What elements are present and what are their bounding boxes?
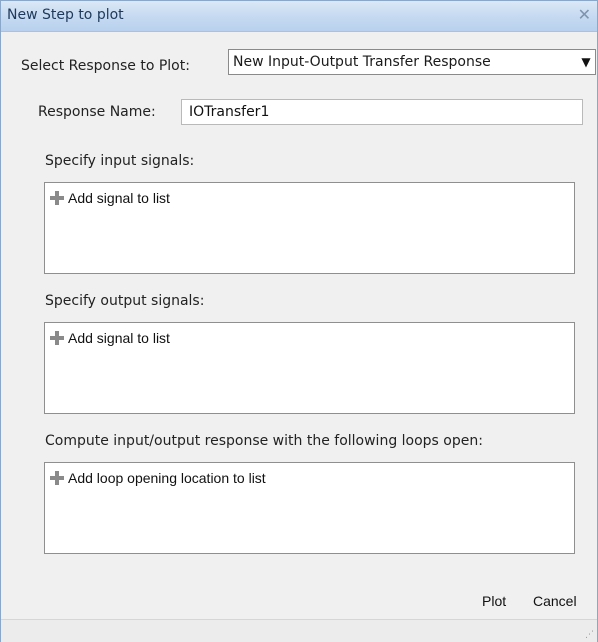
add-loop-opening-label: Add loop opening location to list xyxy=(68,470,266,486)
loops-open-label: Compute input/output response with the f… xyxy=(45,433,483,449)
plus-icon xyxy=(49,470,65,486)
dialog-window: New Step to plot ✕ Select Response to Pl… xyxy=(0,0,598,642)
add-output-signal-label: Add signal to list xyxy=(68,330,170,346)
response-name-label: Response Name: xyxy=(38,104,156,120)
response-select-label: Select Response to Plot: xyxy=(21,58,190,74)
add-loop-opening-button[interactable]: Add loop opening location to list xyxy=(49,470,266,486)
chevron-down-icon[interactable]: ▼ xyxy=(577,55,595,69)
add-input-signal-button[interactable]: Add signal to list xyxy=(49,190,170,206)
input-signals-label: Specify input signals: xyxy=(45,153,195,169)
add-input-signal-label: Add signal to list xyxy=(68,190,170,206)
response-select-value: New Input-Output Transfer Response xyxy=(233,54,491,70)
cancel-button[interactable]: Cancel xyxy=(533,593,577,609)
resize-grip-icon[interactable]: ⋰ xyxy=(585,630,594,640)
plus-icon xyxy=(49,190,65,206)
title-bar[interactable]: New Step to plot ✕ xyxy=(1,1,597,32)
window-title: New Step to plot xyxy=(7,7,124,23)
response-select-dropdown[interactable]: New Input-Output Transfer Response ▼ xyxy=(228,49,596,75)
output-signals-list[interactable]: Add signal to list xyxy=(44,322,575,414)
plus-icon xyxy=(49,330,65,346)
add-output-signal-button[interactable]: Add signal to list xyxy=(49,330,170,346)
response-select-row: Select Response to Plot: xyxy=(21,53,190,79)
status-bar: ⋰ xyxy=(1,619,597,642)
plot-button[interactable]: Plot xyxy=(482,593,506,609)
loop-openings-list[interactable]: Add loop opening location to list xyxy=(44,462,575,554)
input-signals-list[interactable]: Add signal to list xyxy=(44,182,575,274)
response-name-input[interactable]: IOTransfer1 xyxy=(181,99,583,125)
close-icon[interactable]: ✕ xyxy=(578,5,591,24)
output-signals-label: Specify output signals: xyxy=(45,293,205,309)
